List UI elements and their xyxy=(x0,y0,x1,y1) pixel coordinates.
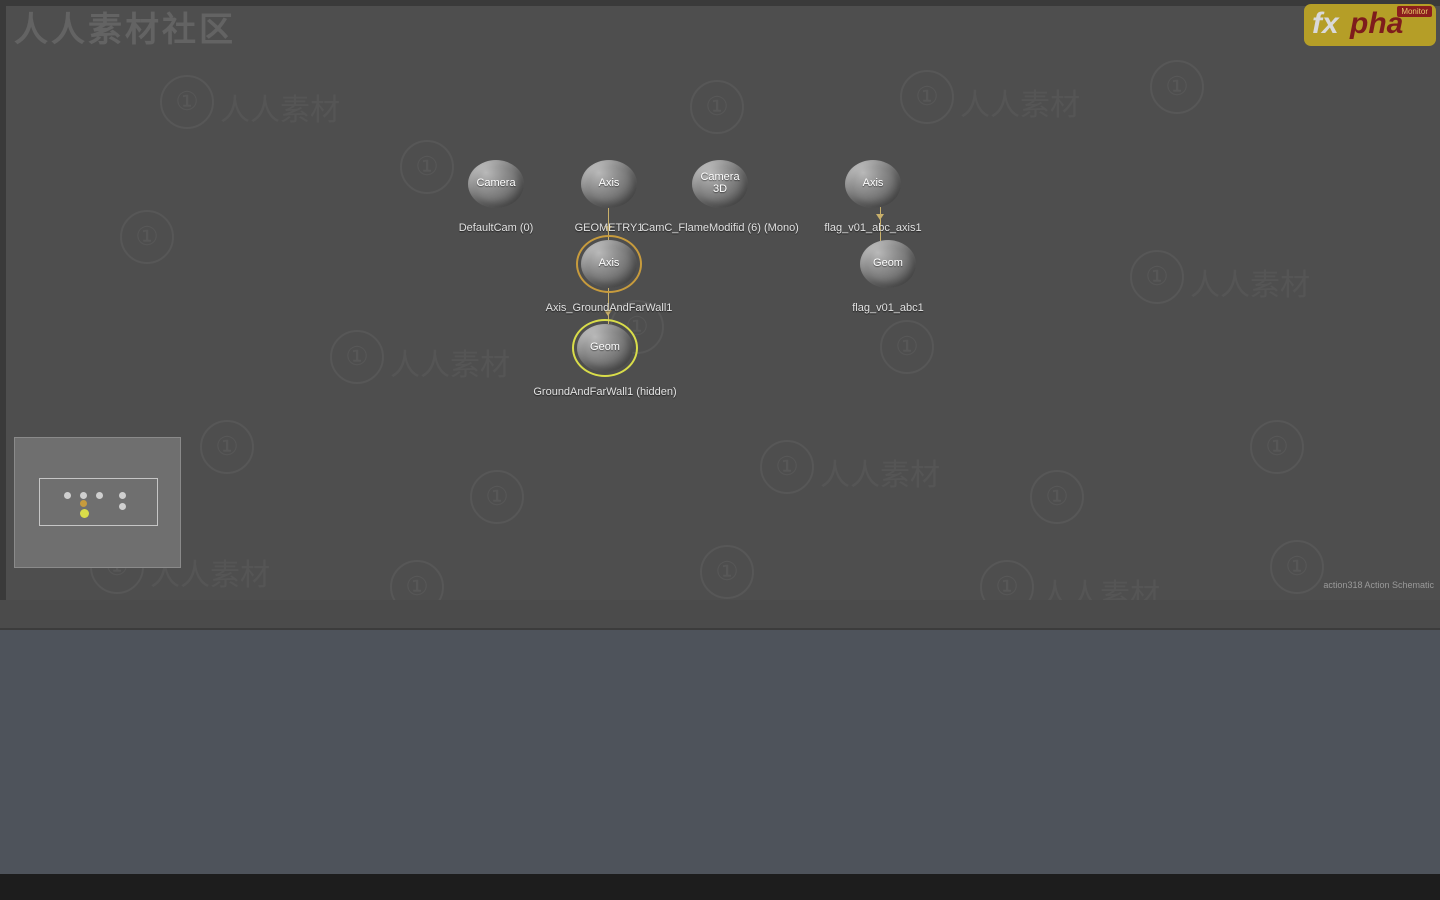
node-glyph: Camera xyxy=(476,177,516,190)
schematic-node[interactable]: Geom xyxy=(860,240,916,288)
schematic-node[interactable]: Camera 3D xyxy=(692,160,748,208)
schematic-node-label: DefaultCam (0) xyxy=(458,222,534,234)
schematic-node[interactable]: Axis xyxy=(581,160,637,208)
viewport-top-edge xyxy=(0,0,1440,6)
thumb-dot-selected-orange xyxy=(80,500,87,507)
logo-fx-text: fx xyxy=(1312,7,1339,40)
schematic-canvas[interactable] xyxy=(6,6,1440,600)
viewport-thumbnail[interactable] xyxy=(14,437,181,568)
schematic-node-label: CamC_FlameModifid (6) (Mono) xyxy=(641,222,799,234)
thumb-dot-selected-yellow xyxy=(80,509,89,518)
schematic-node[interactable]: Axis xyxy=(576,235,642,293)
schematic-node[interactable]: Geom xyxy=(572,319,638,377)
schematic-node[interactable]: Camera xyxy=(468,160,524,208)
schematic-viewport[interactable]: ①人人素材①①①人人素材①①①人人素材①①①人人素材①①①人人素材①①①人人素材… xyxy=(0,0,1440,600)
schematic-node-label: flag_v01_abc_axis1 xyxy=(824,222,922,234)
schematic-node[interactable]: Axis xyxy=(845,160,901,208)
thumb-dot xyxy=(119,492,126,499)
schematic-node-label: GEOMETRY1 xyxy=(574,222,644,234)
node-glyph: Axis xyxy=(598,177,620,190)
application-window: ①人人素材①①①人人素材①①①人人素材①①①人人素材①①①人人素材①①①人人素材… xyxy=(0,0,1440,900)
schematic-node-label: flag_v01_abc1 xyxy=(852,302,924,314)
bottom-tab-bar: ▲ MediaHubConformTimelineBatchTools Undo… xyxy=(0,874,1440,900)
viewport-left-edge xyxy=(0,0,6,600)
node-glyph: Geom xyxy=(590,341,620,354)
thumb-dot xyxy=(96,492,103,499)
thumb-dot xyxy=(119,503,126,510)
schematic-node-label: Axis_GroundAndFarWall1 xyxy=(545,302,673,314)
thumb-dot xyxy=(80,492,87,499)
schematic-corner-label: action318 Action Schematic xyxy=(1323,580,1434,590)
viewport-status-bar: Hidden 1-Up FX Nodes Compare Grab [1] To… xyxy=(0,600,1440,628)
logo-monitor-badge: Monitor xyxy=(1397,6,1432,17)
node-glyph: Axis xyxy=(862,177,884,190)
node-glyph: Geom xyxy=(873,257,903,270)
thumbnail-frame xyxy=(39,478,158,526)
schematic-node-label: GroundAndFarWall1 (hidden) xyxy=(533,386,677,398)
logo-pha-text: pha xyxy=(1350,7,1404,40)
fxpha-logo: fx pha Monitor xyxy=(1304,4,1436,46)
batch-control-panel: Batch flm303_class_10_start_B02 ▣ Previe… xyxy=(0,630,1440,874)
link-arrow-3 xyxy=(876,214,884,220)
node-glyph: Axis xyxy=(598,257,620,270)
thumb-dot xyxy=(64,492,71,499)
node-glyph: Camera 3D xyxy=(700,171,740,195)
